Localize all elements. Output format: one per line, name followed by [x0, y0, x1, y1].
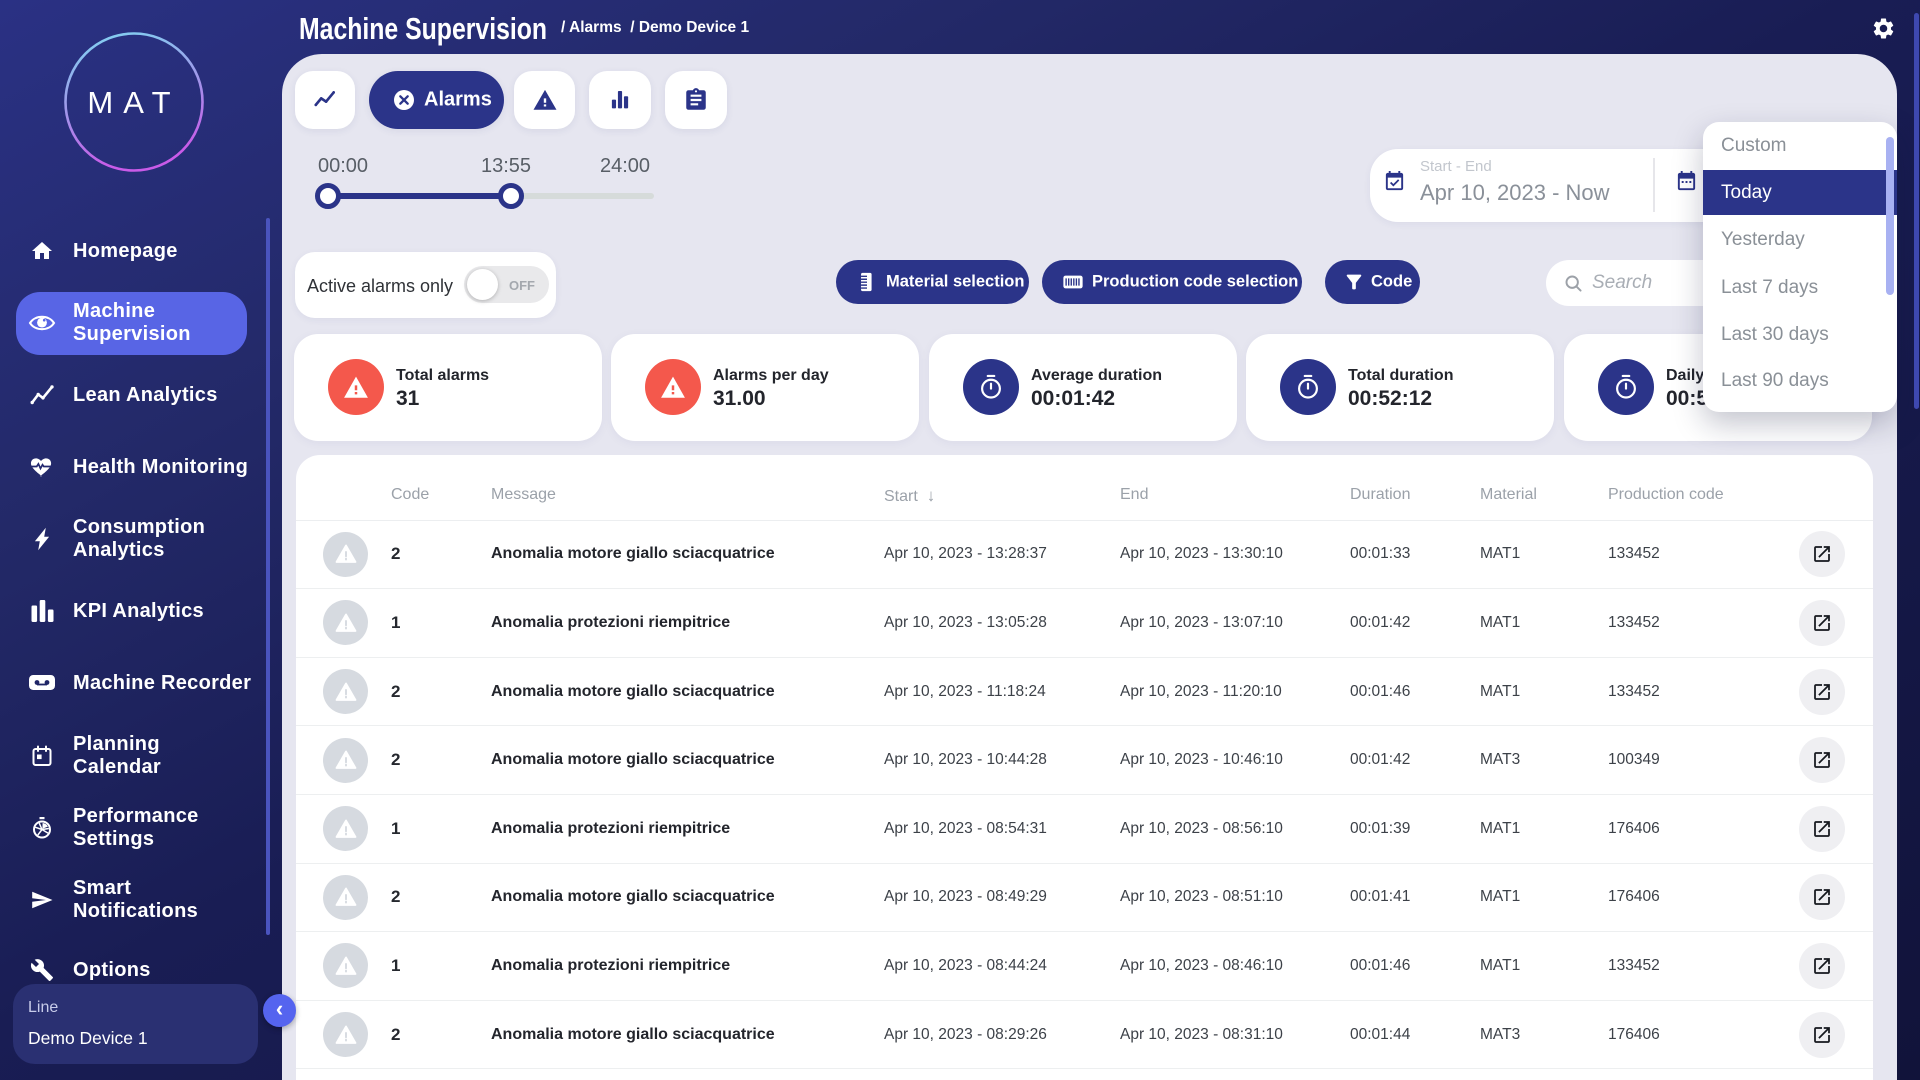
svg-text:MAT: MAT — [87, 85, 180, 120]
